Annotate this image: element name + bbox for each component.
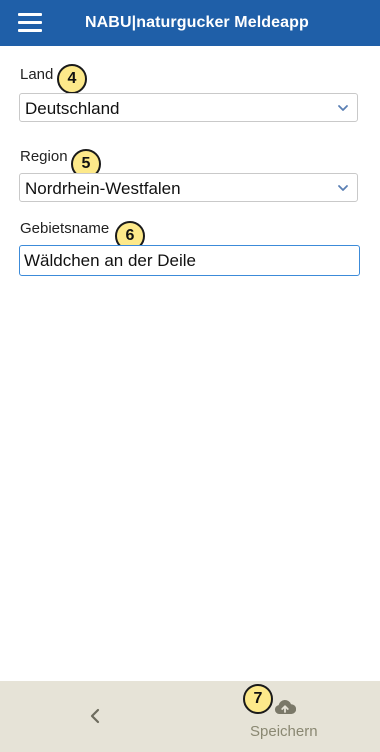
hamburger-menu-icon[interactable] [18,13,42,33]
region-select[interactable]: Nordrhein-Westfalen [19,173,358,202]
country-select-value: Deutschland [25,99,120,118]
step-badge-7: 7 [243,684,273,714]
app-title: NABU|naturgucker Meldeapp [85,14,309,31]
app-bar: NABU|naturgucker Meldeapp [0,0,380,46]
region-label: Region [20,148,68,165]
bottom-bar: Speichern 7 [0,681,380,752]
country-select[interactable]: Deutschland [19,93,358,122]
cloud-upload-icon [274,700,296,714]
area-name-label: Gebietsname [20,220,110,237]
chevron-left-icon[interactable] [84,703,106,729]
chevron-down-icon [338,185,348,191]
area-name-input[interactable] [19,245,360,276]
save-button-label: Speichern [250,723,318,740]
step-badge-4: 4 [57,64,87,94]
region-select-value: Nordrhein-Westfalen [25,179,181,198]
country-label: Land [20,66,54,83]
chevron-down-icon [338,105,348,111]
